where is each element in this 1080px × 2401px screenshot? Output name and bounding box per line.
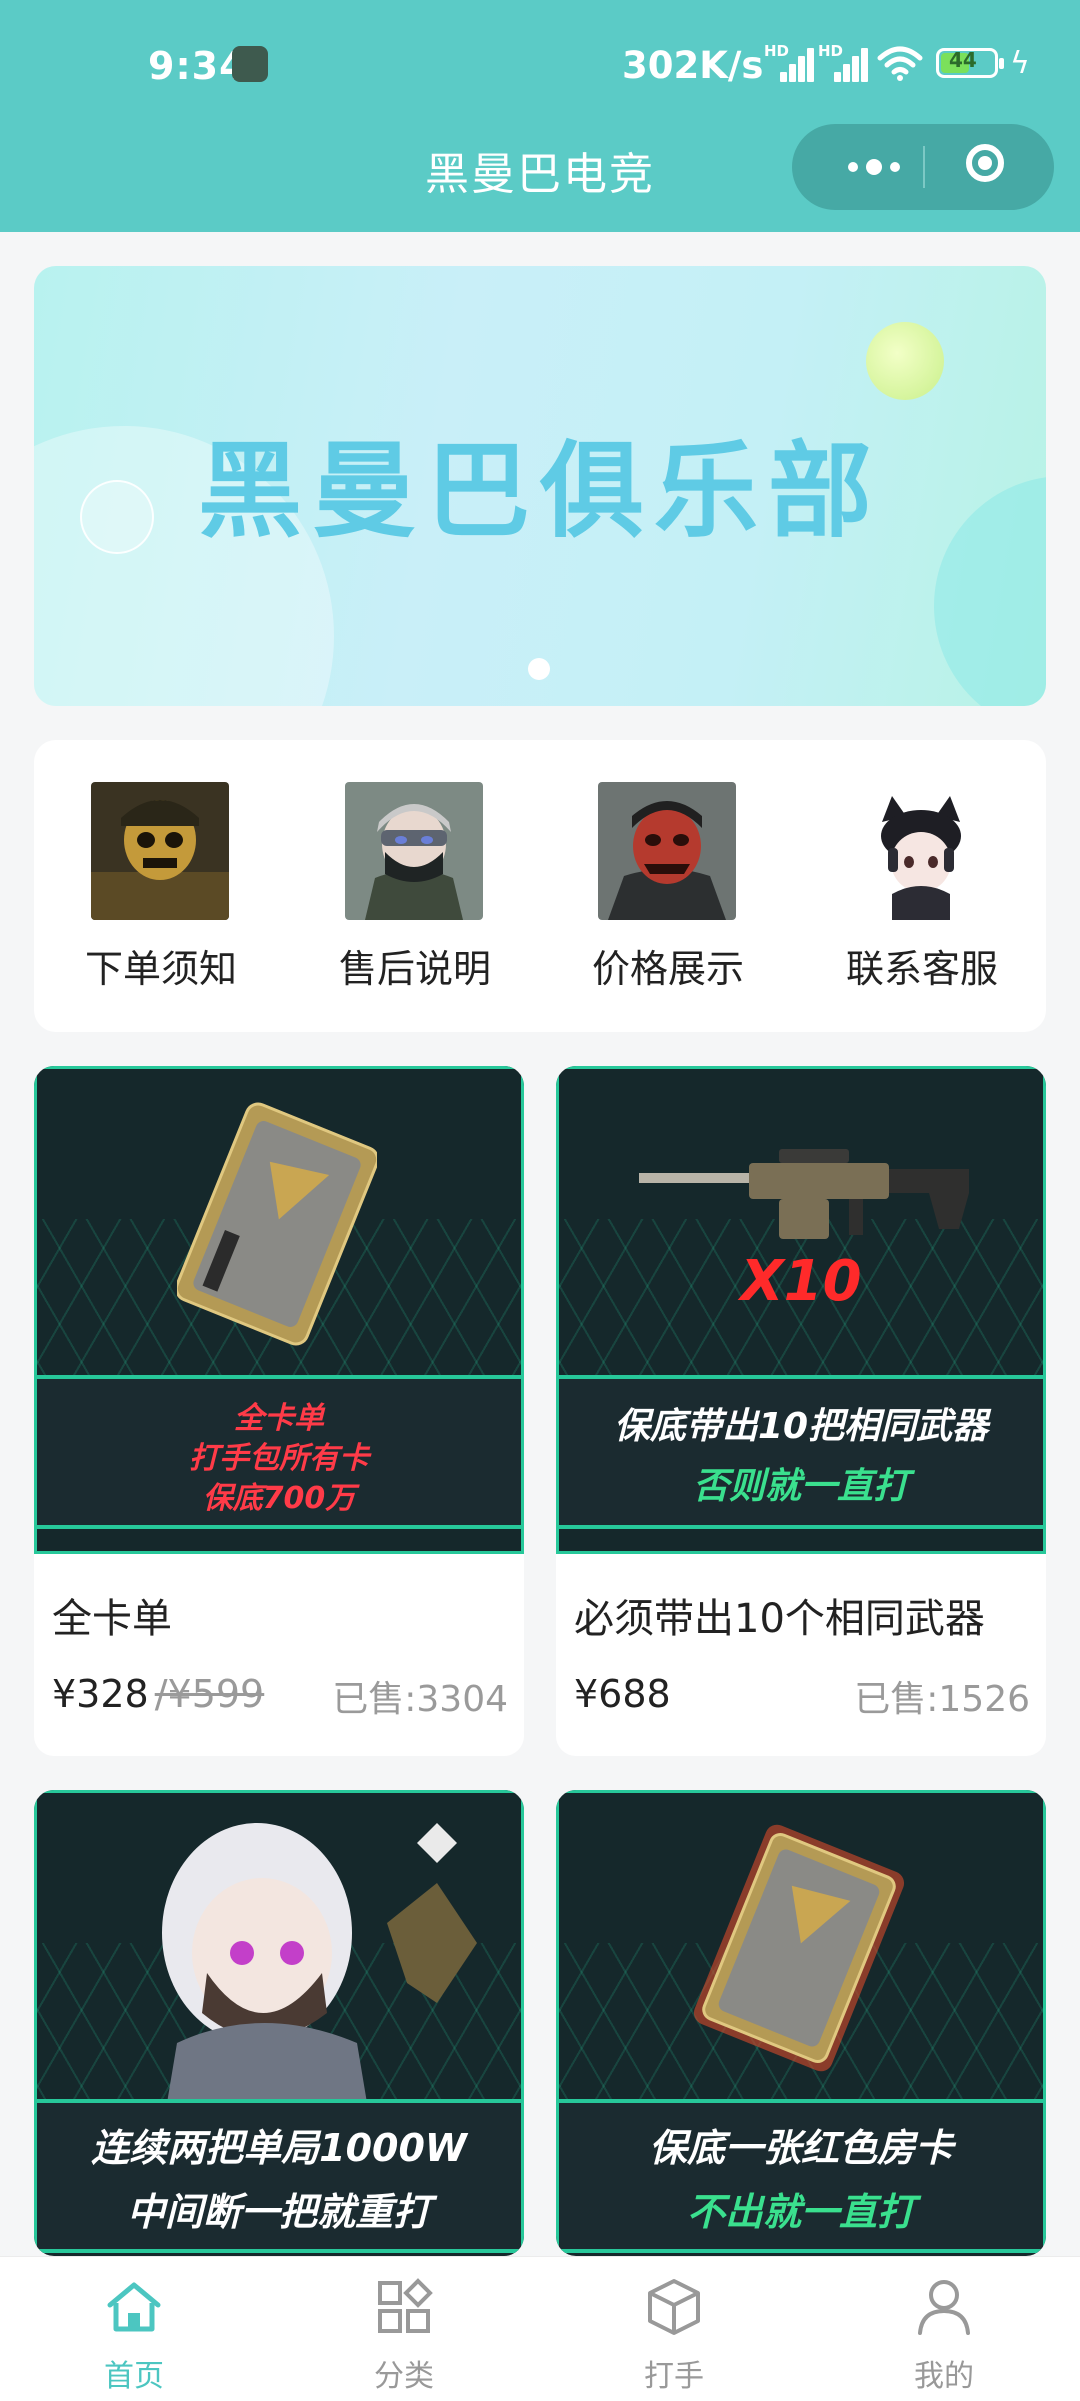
carousel-indicator [528, 658, 550, 680]
product-poster: 全卡单 打手包所有卡 保底700万 [34, 1066, 524, 1554]
miniprogram-capsule [792, 124, 1054, 210]
sold-count: 已售:3304 [332, 1679, 508, 1720]
poster-caption: 保底一张红色房卡 不出就一直打 [559, 2099, 1043, 2253]
quick-link-after-sales[interactable]: 售后说明 [315, 782, 515, 1002]
user-icon [918, 2280, 970, 2335]
tab-players[interactable]: 打手 [574, 2257, 774, 2401]
bottom-tab-bar: 首页 分类 打手 我的 [0, 2256, 1080, 2401]
charging-icon: ϟ [1010, 46, 1030, 81]
poster-caption: 全卡单 打手包所有卡 保底700万 [37, 1375, 521, 1529]
product-name: 必须带出10个相同武器 [574, 1596, 985, 1642]
banner-carousel[interactable]: 黑曼巴俱乐部 [34, 266, 1046, 706]
signal-2-icon: HD [818, 42, 870, 82]
product-card[interactable]: 保底一张红色房卡 不出就一直打 [556, 1790, 1046, 2256]
product-card[interactable]: 全卡单 打手包所有卡 保底700万 全卡单 ¥328/¥599 已售:3304 [34, 1066, 524, 1756]
tab-category[interactable]: 分类 [304, 2257, 504, 2401]
more-menu-button[interactable] [836, 154, 916, 180]
machine-gun-image [639, 1149, 969, 1239]
tab-home[interactable]: 首页 [34, 2257, 234, 2401]
poster-caption: 连续两把单局1000W 中间断一把就重打 [37, 2099, 521, 2253]
home-icon [107, 2282, 161, 2332]
decor-ball [866, 322, 944, 400]
product-poster: 连续两把单局1000W 中间断一把就重打 [34, 1790, 524, 2256]
product-price: ¥328/¥599 [52, 1672, 265, 1716]
red-mask-soldier-avatar [598, 782, 736, 920]
category-icon [378, 2278, 433, 2333]
quick-link-label: 价格展示 [591, 947, 744, 991]
top-bar: 9:34 302K/s HD HD 44 ϟ 黑曼巴电竞 [0, 0, 1080, 232]
times-ten-badge: X10 [740, 1249, 862, 1314]
signal-1-icon: HD [764, 42, 816, 82]
keycard-image [177, 1102, 377, 1346]
tab-label: 首页 [104, 2359, 164, 2394]
quick-link-label: 下单须知 [84, 947, 237, 991]
original-price: /¥599 [154, 1672, 265, 1716]
product-price: ¥688 [574, 1672, 671, 1716]
box-icon [648, 2279, 700, 2335]
product-card[interactable]: 连续两把单局1000W 中间断一把就重打 [34, 1790, 524, 2256]
tab-label: 我的 [914, 2359, 974, 2394]
notification-app-icon [232, 46, 268, 82]
tab-mine[interactable]: 我的 [844, 2257, 1044, 2401]
tab-label: 打手 [644, 2359, 704, 2394]
banner-title: 黑曼巴俱乐部 [197, 430, 882, 552]
cat-girl-avatar [852, 782, 990, 920]
status-bar: 9:34 302K/s HD HD 44 ϟ [0, 40, 1080, 92]
anime-operator-image [162, 1823, 477, 2103]
masked-operator-avatar [345, 782, 483, 920]
battery-icon: 44 [936, 48, 1004, 78]
skull-soldier-avatar [91, 782, 229, 920]
quick-link-label: 联系客服 [845, 947, 998, 991]
poster-caption: 保底带出10把相同武器 否则就一直打 [559, 1375, 1043, 1529]
sold-count: 已售:1526 [854, 1679, 1030, 1720]
product-poster: 保底一张红色房卡 不出就一直打 [556, 1790, 1046, 2256]
quick-link-price-list[interactable]: 价格展示 [568, 782, 768, 1002]
quick-link-customer-service[interactable]: 联系客服 [822, 782, 1022, 1002]
product-poster: X10 保底带出10把相同武器 否则就一直打 [556, 1066, 1046, 1554]
network-speed: 302K/s [622, 44, 764, 87]
red-keycard-image [693, 1824, 905, 2072]
product-name: 全卡单 [52, 1596, 172, 1642]
product-card[interactable]: X10 保底带出10把相同武器 否则就一直打 必须带出10个相同武器 ¥688 … [556, 1066, 1046, 1756]
close-miniprogram-button[interactable] [966, 144, 1004, 182]
wifi-icon [877, 46, 923, 81]
quick-links: 下单须知 售后说明 价格展示 联系客服 [34, 740, 1046, 1032]
tab-label: 分类 [374, 2359, 434, 2394]
quick-link-order-notice[interactable]: 下单须知 [61, 782, 261, 1002]
quick-link-label: 售后说明 [338, 947, 491, 991]
